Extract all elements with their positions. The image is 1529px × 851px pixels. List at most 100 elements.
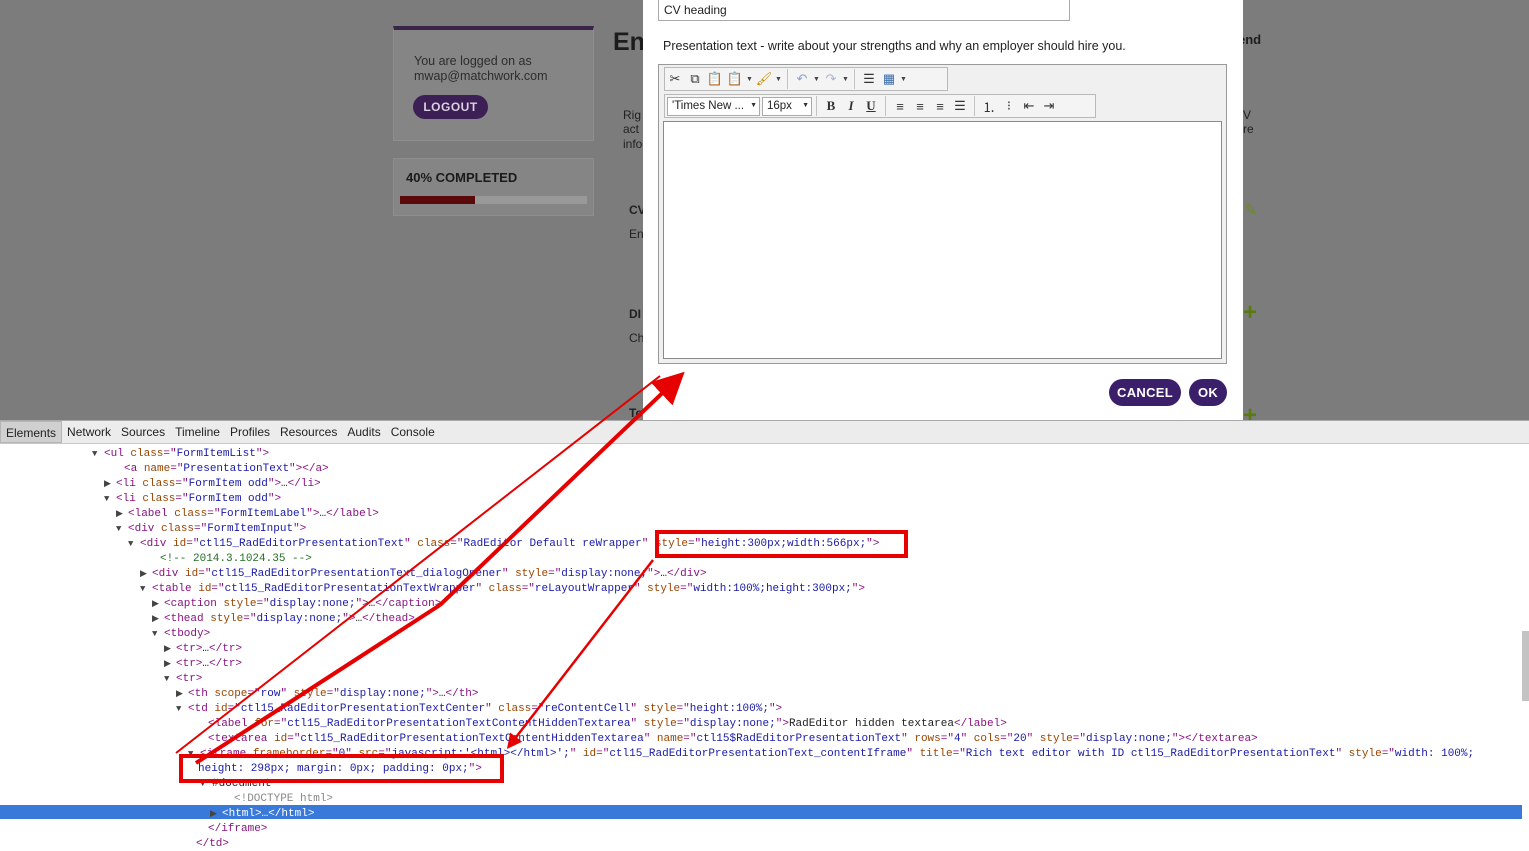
devtools-tab-audits[interactable]: Audits — [342, 421, 385, 443]
dom-tree-line[interactable]: ▼ <tr> — [164, 672, 202, 686]
align-left-icon[interactable]: ≡ — [890, 96, 910, 116]
dom-tree-line[interactable]: ▼ <li class="FormItem odd"> — [104, 492, 281, 506]
paste-options-icon[interactable]: 📋 — [725, 69, 745, 89]
undo-icon[interactable]: ↶ — [792, 69, 812, 89]
dom-node-markup: <li class="FormItem odd"> — [116, 493, 282, 505]
ok-button[interactable]: OK — [1189, 379, 1227, 406]
font-name-value: 'Times New ... — [672, 100, 745, 112]
collapsed-triangle-icon[interactable]: ▶ — [116, 507, 128, 521]
bullet-list-icon[interactable]: ⁝ — [999, 96, 1019, 116]
font-size-select[interactable]: 16px ▼ — [762, 96, 812, 116]
pencil-icon[interactable]: ✎ — [1244, 200, 1257, 220]
align-center-icon[interactable]: ≡ — [910, 96, 930, 116]
editor-content-area[interactable] — [663, 121, 1222, 359]
logout-button[interactable]: LOGOUT — [413, 95, 488, 119]
devtools-tab-timeline[interactable]: Timeline — [170, 421, 225, 443]
rich-text-editor: ✂ ⧉ 📋 📋 ▼ 🖌 ▼ ↶ ▼ ↷ ▼ ☰ ▦ ▼ 'Times New .… — [658, 64, 1227, 364]
expanded-triangle-icon[interactable]: ▼ — [164, 672, 176, 686]
paste-icon[interactable]: 📋 — [705, 69, 725, 89]
expanded-triangle-icon[interactable]: ▼ — [200, 777, 212, 791]
collapsed-triangle-icon[interactable]: ▶ — [152, 612, 164, 626]
bold-button[interactable]: B — [821, 96, 841, 116]
dom-tree-line[interactable]: ▶ <thead style="display:none;">…</thead> — [152, 612, 415, 626]
dom-tree-line[interactable]: ▶ <caption style="display:none;">…</capti… — [152, 597, 441, 611]
dom-tree-line[interactable]: ▶ <div id="ctl15_RadEditorPresentationTex… — [140, 567, 707, 581]
expanded-triangle-icon[interactable]: ▼ — [188, 747, 200, 761]
paragraph-style-icon[interactable]: ☰ — [859, 69, 879, 89]
expanded-triangle-icon[interactable]: ▼ — [92, 447, 104, 461]
chevron-down-icon[interactable]: ▼ — [745, 76, 754, 83]
plus-icon[interactable]: + — [1243, 402, 1257, 420]
expanded-triangle-icon[interactable]: ▼ — [116, 522, 128, 536]
cv-heading-input[interactable]: CV heading — [658, 0, 1070, 21]
table-icon[interactable]: ▦ — [879, 69, 899, 89]
align-right-icon[interactable]: ≡ — [930, 96, 950, 116]
cancel-button[interactable]: CANCEL — [1109, 379, 1181, 406]
devtools-tab-resources[interactable]: Resources — [275, 421, 342, 443]
dom-node-markup: <textarea id="ctl15_RadEditorPresentatio… — [208, 733, 1258, 745]
dom-tree-line[interactable]: ▼ <tbody> — [152, 627, 210, 641]
dom-tree-line[interactable]: ▼ <ul class="FormItemList"> — [92, 447, 269, 461]
devtools-tab-profiles[interactable]: Profiles — [225, 421, 275, 443]
dom-tree-line[interactable]: </td> — [184, 837, 229, 851]
chevron-down-icon[interactable]: ▼ — [841, 76, 850, 83]
dom-tree-line[interactable]: ▼ <div id="ctl15_RadEditorPresentationTex… — [128, 537, 879, 551]
dom-tree-line[interactable]: <label for="ctl15_RadEditorPresentationT… — [196, 717, 1007, 731]
collapsed-triangle-icon[interactable]: ▶ — [152, 597, 164, 611]
dom-node-markup: <html>…</html> — [222, 808, 315, 820]
devtools-tab-elements[interactable]: Elements — [0, 421, 63, 443]
format-stripper-icon[interactable]: 🖌 — [754, 69, 774, 89]
scrollbar-thumb[interactable] — [1522, 631, 1529, 701]
dom-node-markup: <tr>…</tr> — [176, 643, 243, 655]
dom-tree-line[interactable]: <a name="PresentationText"></a> — [112, 462, 329, 476]
dom-tree-line[interactable]: ▶ <tr>…</tr> — [164, 657, 242, 671]
collapsed-triangle-icon[interactable]: ▶ — [104, 477, 116, 491]
devtools-tab-sources[interactable]: Sources — [116, 421, 170, 443]
dom-tree-line[interactable]: ▼ <table id="ctl15_RadEditorPresentationT… — [140, 582, 865, 596]
dom-tree-line[interactable]: ▶ <tr>…</tr> — [164, 642, 242, 656]
chevron-down-icon[interactable]: ▼ — [812, 76, 821, 83]
dom-tree-line[interactable]: ▼ #document — [200, 777, 271, 791]
chevron-down-icon[interactable]: ▼ — [774, 76, 783, 83]
collapsed-triangle-icon[interactable]: ▶ — [140, 567, 152, 581]
italic-button[interactable]: I — [841, 96, 861, 116]
plus-icon[interactable]: + — [1243, 299, 1257, 327]
cut-icon[interactable]: ✂ — [665, 69, 685, 89]
collapsed-triangle-icon[interactable]: ▶ — [164, 642, 176, 656]
dom-tree-line[interactable]: ▼ <td id="ctl15_RadEditorPresentationText… — [176, 702, 782, 716]
dom-tree-line[interactable]: ▼ <div class="FormItemInput"> — [116, 522, 306, 536]
dom-tree-line[interactable]: ▶ <th scope="row" style="display:none;">…… — [176, 687, 479, 701]
devtools-tab-console[interactable]: Console — [386, 421, 440, 443]
dom-tree-line[interactable]: <!-- 2014.3.1024.35 --> — [148, 552, 312, 566]
toolbar-divider — [974, 96, 975, 116]
dom-tree-line[interactable]: ▶ <html>…</html> — [210, 807, 314, 821]
outdent-icon[interactable]: ⇤ — [1019, 96, 1039, 116]
collapsed-triangle-icon[interactable]: ▶ — [210, 807, 222, 821]
redo-icon[interactable]: ↷ — [821, 69, 841, 89]
dom-tree-line[interactable]: ▶ <li class="FormItem odd">…</li> — [104, 477, 321, 491]
dom-tree-line[interactable]: <!DOCTYPE html> — [222, 792, 333, 806]
dom-tree-line[interactable]: <textarea id="ctl15_RadEditorPresentatio… — [196, 732, 1258, 746]
dom-tree-line[interactable]: </iframe> — [196, 822, 267, 836]
expanded-triangle-icon[interactable]: ▼ — [104, 492, 116, 506]
collapsed-triangle-icon[interactable]: ▶ — [176, 687, 188, 701]
dom-tree-line[interactable]: ▼ <iframe frameborder="0" src="javascript… — [188, 747, 1474, 761]
underline-button[interactable]: U — [861, 96, 881, 116]
dom-tree-line[interactable]: height: 298px; margin: 0px; padding: 0px… — [186, 762, 482, 776]
text-fragment: V — [1243, 108, 1252, 122]
expanded-triangle-icon[interactable]: ▼ — [176, 702, 188, 716]
copy-icon[interactable]: ⧉ — [685, 69, 705, 89]
expanded-triangle-icon[interactable]: ▼ — [140, 582, 152, 596]
login-status-text: You are logged on as mwap@matchwork.com — [414, 54, 548, 83]
chevron-down-icon[interactable]: ▼ — [899, 76, 908, 83]
numbered-list-icon[interactable]: ⒈ — [979, 96, 999, 116]
expanded-triangle-icon[interactable]: ▼ — [128, 537, 140, 551]
expanded-triangle-icon[interactable]: ▼ — [152, 627, 164, 641]
font-name-select[interactable]: 'Times New ... ▼ — [667, 96, 760, 116]
collapsed-triangle-icon[interactable]: ▶ — [164, 657, 176, 671]
dom-tree-line[interactable]: ▶ <label class="FormItemLabel">…</label> — [116, 507, 379, 521]
dom-node-markup: <iframe frameborder="0" src="javascript:… — [200, 748, 1475, 760]
devtools-tab-network[interactable]: Network — [62, 421, 116, 443]
justify-icon[interactable]: ☰ — [950, 96, 970, 116]
indent-icon[interactable]: ⇥ — [1039, 96, 1059, 116]
